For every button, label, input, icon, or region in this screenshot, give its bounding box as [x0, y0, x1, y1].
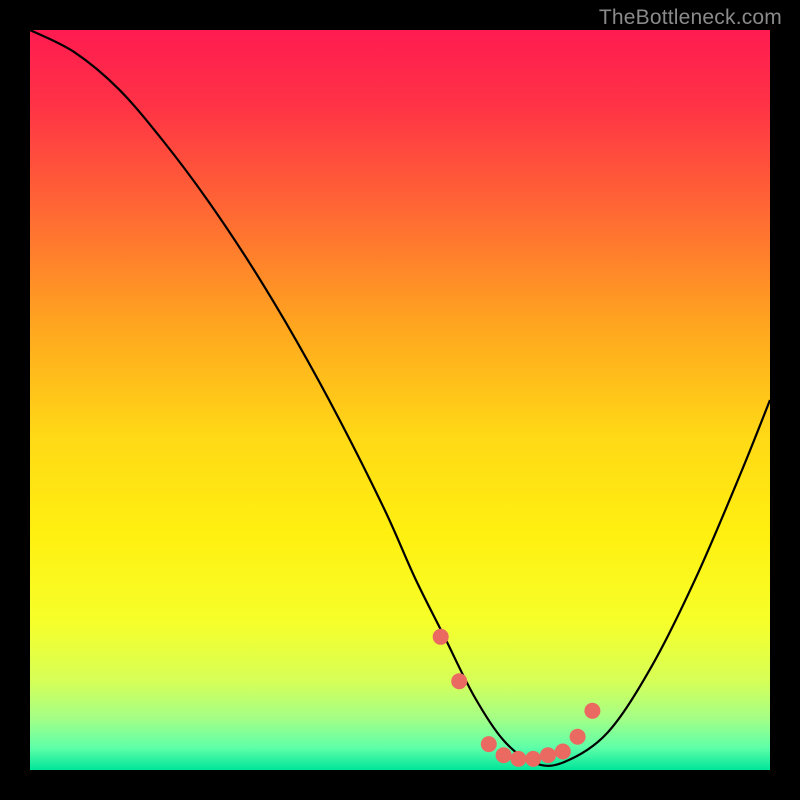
marker-point	[510, 751, 526, 767]
marker-point	[555, 744, 571, 760]
marker-point	[433, 629, 449, 645]
marker-point	[496, 747, 512, 763]
plot-area	[30, 30, 770, 770]
marker-point	[570, 729, 586, 745]
curve-line	[30, 30, 770, 766]
marker-point	[451, 673, 467, 689]
marker-point	[481, 736, 497, 752]
chart-frame: TheBottleneck.com	[0, 0, 800, 800]
bottleneck-curve	[30, 30, 770, 770]
marker-point	[525, 751, 541, 767]
watermark-text: TheBottleneck.com	[599, 6, 782, 30]
highlight-markers	[433, 629, 601, 767]
marker-point	[540, 747, 556, 763]
marker-point	[584, 703, 600, 719]
